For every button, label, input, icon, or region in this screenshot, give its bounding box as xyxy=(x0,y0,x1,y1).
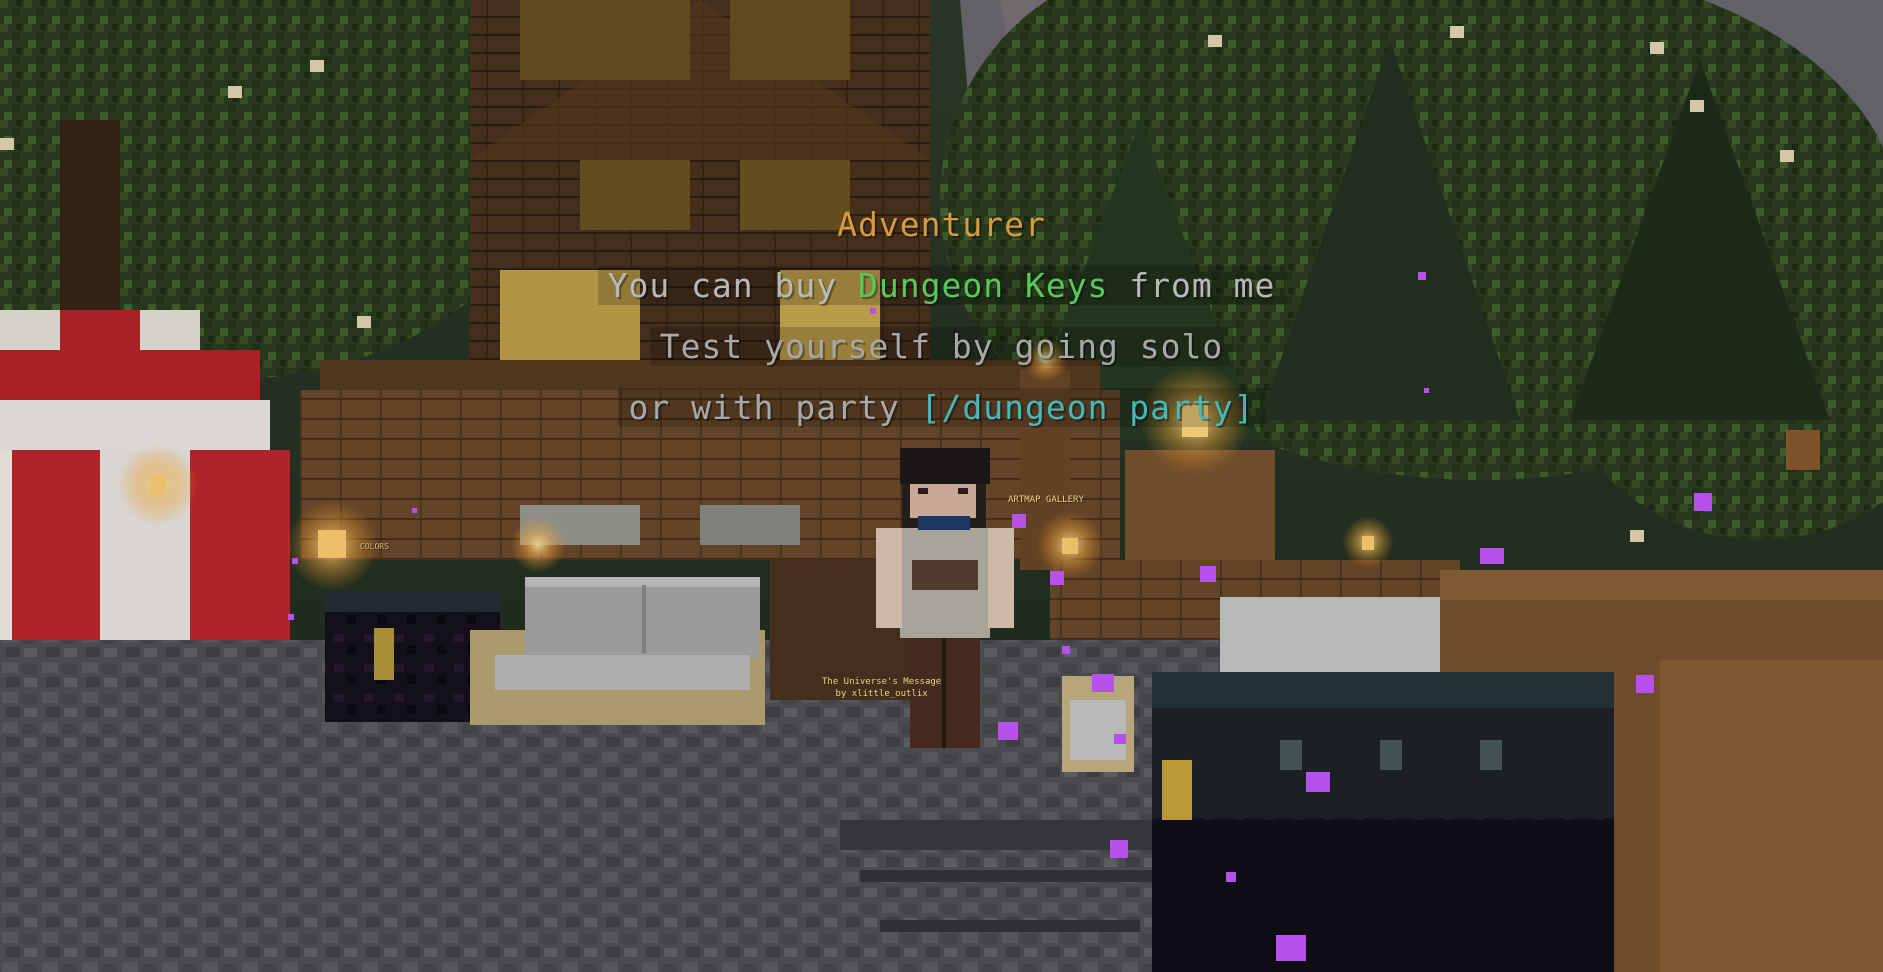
game-viewport[interactable]: Adventurer You can buy Dungeon Keys from… xyxy=(0,0,1883,972)
painting-sign: The Universe's Message by xlittle_outlix xyxy=(822,676,941,700)
painting-title: The Universe's Message xyxy=(822,677,942,687)
painting-author: by xlittle_outlix xyxy=(835,689,928,699)
colors-sign: COLORS xyxy=(360,542,389,551)
world-scene xyxy=(0,0,1883,972)
gallery-sign: ARTMAP GALLERY xyxy=(1008,495,1084,505)
